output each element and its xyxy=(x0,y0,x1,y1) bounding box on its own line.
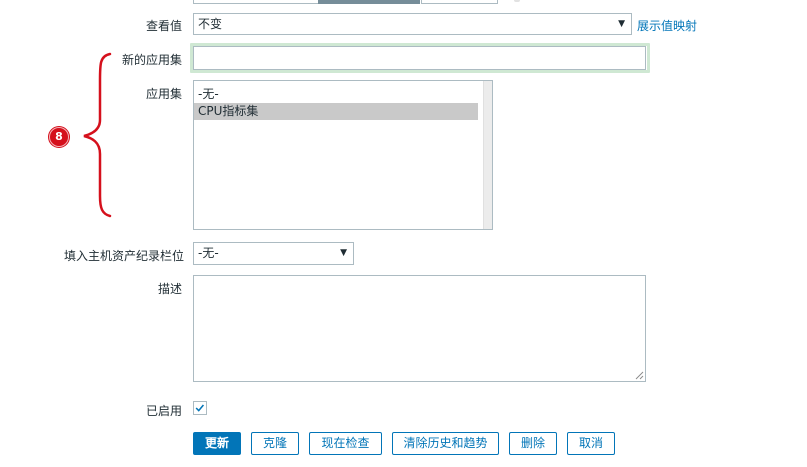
check-now-button[interactable]: 现在检查 xyxy=(309,432,382,455)
annotation-brace-icon xyxy=(83,52,112,218)
cancel-button[interactable]: 取消 xyxy=(567,432,615,455)
enabled-label: 已启用 xyxy=(145,404,182,418)
application-option-none[interactable]: -无- xyxy=(194,86,478,103)
description-textarea[interactable] xyxy=(193,275,646,382)
inventory-field-select[interactable]: -无- ▼ xyxy=(193,242,354,265)
delete-button[interactable]: 删除 xyxy=(509,432,557,455)
applications-scrollbar[interactable] xyxy=(483,81,492,229)
inventory-field-selected: -无- xyxy=(198,246,219,260)
show-value-mapping-link[interactable]: 展示值映射 xyxy=(637,17,697,34)
checkmark-icon xyxy=(195,404,205,412)
show-value-selected: 不变 xyxy=(198,17,223,31)
chevron-down-icon: ▼ xyxy=(340,248,347,258)
description-label: 描述 xyxy=(157,282,182,296)
show-value-select[interactable]: 不变 ▼ xyxy=(193,13,632,35)
top-partial-control-right xyxy=(421,0,498,4)
top-partial-control-left xyxy=(193,0,319,4)
clear-history-button[interactable]: 清除历史和趋势 xyxy=(392,432,499,455)
application-option-cpu[interactable]: CPU指标集 xyxy=(194,103,478,120)
inventory-field-label: 填入主机资产纪录栏位 xyxy=(63,249,184,263)
top-partial-dot xyxy=(514,0,520,2)
annotation-number-badge: 8 xyxy=(49,127,69,147)
chevron-down-icon: ▼ xyxy=(618,19,625,29)
show-value-label: 查看值 xyxy=(145,19,182,33)
top-partial-control-active xyxy=(318,0,420,4)
resize-grip-icon[interactable] xyxy=(634,370,644,380)
enabled-checkbox[interactable] xyxy=(193,401,207,415)
new-application-input[interactable] xyxy=(193,46,646,70)
update-button[interactable]: 更新 xyxy=(193,432,241,455)
applications-listbox[interactable]: -无- CPU指标集 xyxy=(193,80,493,230)
clone-button[interactable]: 克隆 xyxy=(251,432,299,455)
